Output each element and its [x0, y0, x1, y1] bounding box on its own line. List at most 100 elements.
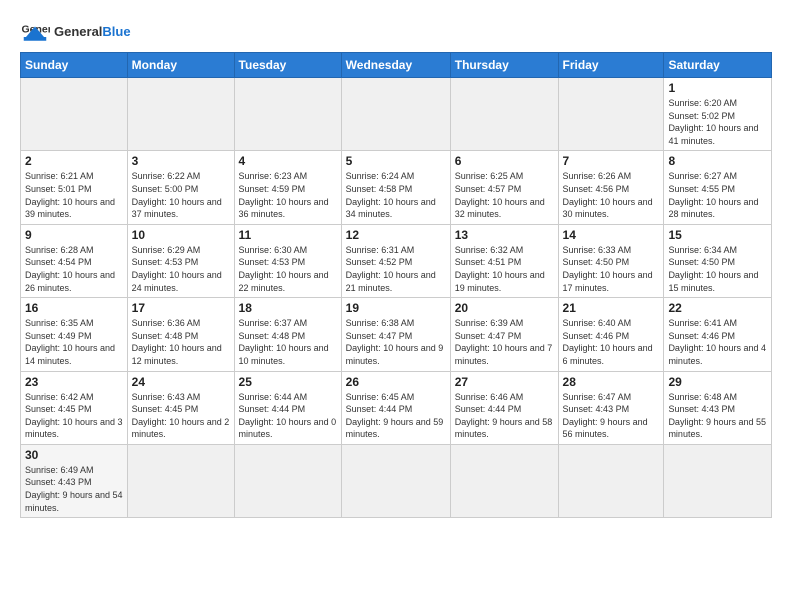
day-number: 28	[563, 375, 660, 389]
day-info: Sunrise: 6:38 AM Sunset: 4:47 PM Dayligh…	[346, 317, 446, 367]
day-cell	[558, 444, 664, 517]
day-cell: 15 Sunrise: 6:34 AM Sunset: 4:50 PM Dayli…	[664, 224, 772, 297]
day-cell: 30 Sunrise: 6:49 AM Sunset: 4:43 PM Dayli…	[21, 444, 128, 517]
day-cell: 8Sunrise: 6:27 AM Sunset: 4:55 PM Daylig…	[664, 151, 772, 224]
day-cell	[127, 78, 234, 151]
day-cell: 10 Sunrise: 6:29 AM Sunset: 4:53 PM Dayli…	[127, 224, 234, 297]
day-cell: 25 Sunrise: 6:44 AM Sunset: 4:44 PM Dayli…	[234, 371, 341, 444]
day-number: 17	[132, 301, 230, 315]
header: General GeneralBlue	[20, 16, 772, 46]
day-number: 24	[132, 375, 230, 389]
day-cell: 18 Sunrise: 6:37 AM Sunset: 4:48 PM Dayli…	[234, 298, 341, 371]
week-row-6: 30 Sunrise: 6:49 AM Sunset: 4:43 PM Dayli…	[21, 444, 772, 517]
day-info: Sunrise: 6:46 AM Sunset: 4:44 PM Dayligh…	[455, 391, 554, 441]
day-number: 14	[563, 228, 660, 242]
day-number: 20	[455, 301, 554, 315]
day-info: Sunrise: 6:40 AM Sunset: 4:46 PM Dayligh…	[563, 317, 660, 367]
day-info: Sunrise: 6:44 AM Sunset: 4:44 PM Dayligh…	[239, 391, 337, 441]
logo-icon: General	[20, 16, 50, 46]
weekday-header-friday: Friday	[558, 53, 664, 78]
day-info: Sunrise: 6:33 AM Sunset: 4:50 PM Dayligh…	[563, 244, 660, 294]
day-cell: 22 Sunrise: 6:41 AM Sunset: 4:46 PM Dayli…	[664, 298, 772, 371]
day-cell: 20 Sunrise: 6:39 AM Sunset: 4:47 PM Dayli…	[450, 298, 558, 371]
day-info: Sunrise: 6:22 AM Sunset: 5:00 PM Dayligh…	[132, 170, 230, 220]
day-cell: 16 Sunrise: 6:35 AM Sunset: 4:49 PM Dayli…	[21, 298, 128, 371]
day-info: Sunrise: 6:30 AM Sunset: 4:53 PM Dayligh…	[239, 244, 337, 294]
day-info: Sunrise: 6:49 AM Sunset: 4:43 PM Dayligh…	[25, 464, 123, 514]
weekday-header-row: SundayMondayTuesdayWednesdayThursdayFrid…	[21, 53, 772, 78]
day-info: Sunrise: 6:29 AM Sunset: 4:53 PM Dayligh…	[132, 244, 230, 294]
logo: General GeneralBlue	[20, 16, 131, 46]
day-number: 3	[132, 154, 230, 168]
day-cell	[450, 78, 558, 151]
day-cell: 3 Sunrise: 6:22 AM Sunset: 5:00 PM Daylig…	[127, 151, 234, 224]
day-cell	[558, 78, 664, 151]
calendar-table: SundayMondayTuesdayWednesdayThursdayFrid…	[20, 52, 772, 518]
day-info: Sunrise: 6:45 AM Sunset: 4:44 PM Dayligh…	[346, 391, 446, 441]
day-cell: 9Sunrise: 6:28 AM Sunset: 4:54 PM Daylig…	[21, 224, 128, 297]
day-info: Sunrise: 6:25 AM Sunset: 4:57 PM Dayligh…	[455, 170, 554, 220]
day-number: 9	[25, 228, 123, 242]
week-row-5: 23 Sunrise: 6:42 AM Sunset: 4:45 PM Dayli…	[21, 371, 772, 444]
day-info: Sunrise: 6:41 AM Sunset: 4:46 PM Dayligh…	[668, 317, 767, 367]
day-cell: 6 Sunrise: 6:25 AM Sunset: 4:57 PM Daylig…	[450, 151, 558, 224]
week-row-1: 1Sunrise: 6:20 AM Sunset: 5:02 PM Daylig…	[21, 78, 772, 151]
day-cell	[450, 444, 558, 517]
day-cell	[341, 78, 450, 151]
day-cell: 21 Sunrise: 6:40 AM Sunset: 4:46 PM Dayli…	[558, 298, 664, 371]
day-cell: 4 Sunrise: 6:23 AM Sunset: 4:59 PM Daylig…	[234, 151, 341, 224]
day-number: 26	[346, 375, 446, 389]
day-number: 11	[239, 228, 337, 242]
day-info: Sunrise: 6:27 AM Sunset: 4:55 PM Dayligh…	[668, 170, 767, 220]
day-cell: 12 Sunrise: 6:31 AM Sunset: 4:52 PM Dayli…	[341, 224, 450, 297]
day-info: Sunrise: 6:31 AM Sunset: 4:52 PM Dayligh…	[346, 244, 446, 294]
day-info: Sunrise: 6:24 AM Sunset: 4:58 PM Dayligh…	[346, 170, 446, 220]
day-cell: 13Sunrise: 6:32 AM Sunset: 4:51 PM Dayli…	[450, 224, 558, 297]
day-number: 15	[668, 228, 767, 242]
weekday-header-saturday: Saturday	[664, 53, 772, 78]
day-cell: 2Sunrise: 6:21 AM Sunset: 5:01 PM Daylig…	[21, 151, 128, 224]
day-number: 1	[668, 81, 767, 95]
day-number: 22	[668, 301, 767, 315]
day-cell: 19Sunrise: 6:38 AM Sunset: 4:47 PM Dayli…	[341, 298, 450, 371]
logo-text: GeneralBlue	[54, 25, 131, 38]
day-number: 4	[239, 154, 337, 168]
weekday-header-monday: Monday	[127, 53, 234, 78]
day-number: 29	[668, 375, 767, 389]
day-number: 12	[346, 228, 446, 242]
day-number: 2	[25, 154, 123, 168]
day-cell: 26 Sunrise: 6:45 AM Sunset: 4:44 PM Dayli…	[341, 371, 450, 444]
day-cell: 11 Sunrise: 6:30 AM Sunset: 4:53 PM Dayli…	[234, 224, 341, 297]
day-number: 30	[25, 448, 123, 462]
day-cell: 14 Sunrise: 6:33 AM Sunset: 4:50 PM Dayli…	[558, 224, 664, 297]
day-info: Sunrise: 6:26 AM Sunset: 4:56 PM Dayligh…	[563, 170, 660, 220]
day-info: Sunrise: 6:36 AM Sunset: 4:48 PM Dayligh…	[132, 317, 230, 367]
day-cell: 23 Sunrise: 6:42 AM Sunset: 4:45 PM Dayli…	[21, 371, 128, 444]
day-number: 18	[239, 301, 337, 315]
day-number: 23	[25, 375, 123, 389]
week-row-4: 16 Sunrise: 6:35 AM Sunset: 4:49 PM Dayli…	[21, 298, 772, 371]
weekday-header-wednesday: Wednesday	[341, 53, 450, 78]
day-number: 5	[346, 154, 446, 168]
week-row-2: 2Sunrise: 6:21 AM Sunset: 5:01 PM Daylig…	[21, 151, 772, 224]
day-number: 16	[25, 301, 123, 315]
day-number: 25	[239, 375, 337, 389]
day-number: 10	[132, 228, 230, 242]
day-info: Sunrise: 6:37 AM Sunset: 4:48 PM Dayligh…	[239, 317, 337, 367]
day-info: Sunrise: 6:47 AM Sunset: 4:43 PM Dayligh…	[563, 391, 660, 441]
day-info: Sunrise: 6:42 AM Sunset: 4:45 PM Dayligh…	[25, 391, 123, 441]
day-number: 6	[455, 154, 554, 168]
day-info: Sunrise: 6:48 AM Sunset: 4:43 PM Dayligh…	[668, 391, 767, 441]
day-info: Sunrise: 6:35 AM Sunset: 4:49 PM Dayligh…	[25, 317, 123, 367]
day-number: 21	[563, 301, 660, 315]
day-info: Sunrise: 6:32 AM Sunset: 4:51 PM Dayligh…	[455, 244, 554, 294]
day-cell: 28 Sunrise: 6:47 AM Sunset: 4:43 PM Dayli…	[558, 371, 664, 444]
day-cell	[664, 444, 772, 517]
day-cell: 29 Sunrise: 6:48 AM Sunset: 4:43 PM Dayli…	[664, 371, 772, 444]
day-cell: 5 Sunrise: 6:24 AM Sunset: 4:58 PM Daylig…	[341, 151, 450, 224]
day-info: Sunrise: 6:23 AM Sunset: 4:59 PM Dayligh…	[239, 170, 337, 220]
day-cell: 24Sunrise: 6:43 AM Sunset: 4:45 PM Dayli…	[127, 371, 234, 444]
day-cell: 27Sunrise: 6:46 AM Sunset: 4:44 PM Dayli…	[450, 371, 558, 444]
day-info: Sunrise: 6:34 AM Sunset: 4:50 PM Dayligh…	[668, 244, 767, 294]
day-info: Sunrise: 6:39 AM Sunset: 4:47 PM Dayligh…	[455, 317, 554, 367]
